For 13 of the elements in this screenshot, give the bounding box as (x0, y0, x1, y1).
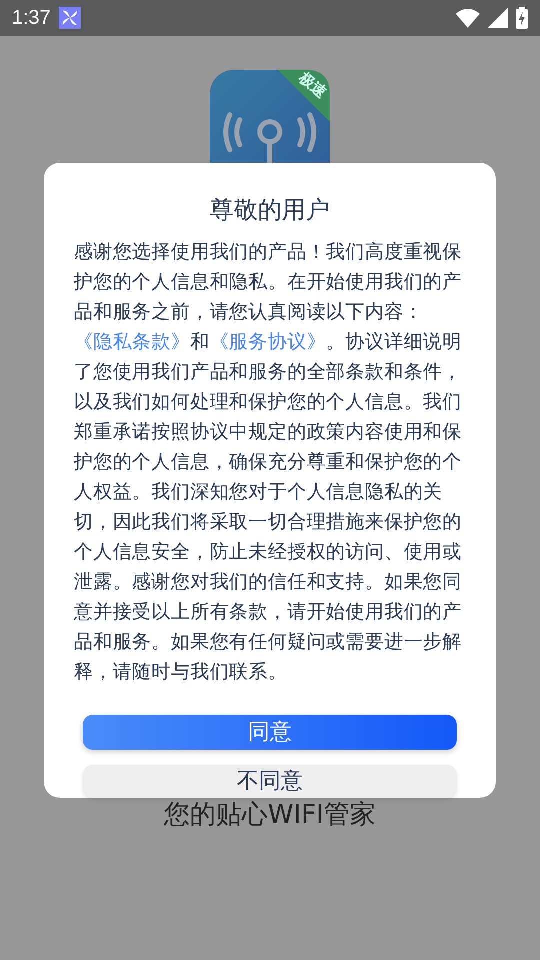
app-slogan: 您的贴心WIFI管家 (164, 800, 376, 830)
badge-label: 极速 (295, 68, 331, 102)
signal-icon (488, 8, 508, 28)
agreement-link[interactable]: 《服务协议》 (210, 331, 326, 353)
agree-button[interactable]: 同意 (83, 715, 457, 750)
status-time: 1:37 (12, 6, 51, 30)
agreement-link[interactable]: 《隐私条款》 (74, 331, 190, 353)
disagree-button[interactable]: 不同意 (83, 764, 457, 798)
battery-charging-icon (516, 7, 528, 29)
wifi-icon (456, 8, 480, 28)
privacy-message: 感谢您选择使用我们的产品！我们高度重视保护您的个人信息和隐私。在开始使用我们的产品和服务之前，请您认真阅读以下内容： 《隐私条款》和《服务协议》。协议详细说明了您使用我们产品和服务的全部条款和条件，以及我们如何处理和保护您的个人信息。我们郑重承诺按照协议中规定的政策内容使用和保护您的个人信息，确保充分尊重和保护您的个人权益。我们深知您对于个人信息隐私的关切，因此我们将采取一切合理措施来保护您的个人信息安全，防止未经授权的访问、使用或泄露。感谢您对我们的信任和支持。如果您同意并接受以上所有条款，请开始使用我们的产品和服务。如果您有任何疑问或需要进一步解释，请随时与我们联系。 (74, 240, 464, 685)
dialog-title: 尊敬的用户 (210, 195, 330, 226)
pinwheel-icon (58, 7, 81, 29)
